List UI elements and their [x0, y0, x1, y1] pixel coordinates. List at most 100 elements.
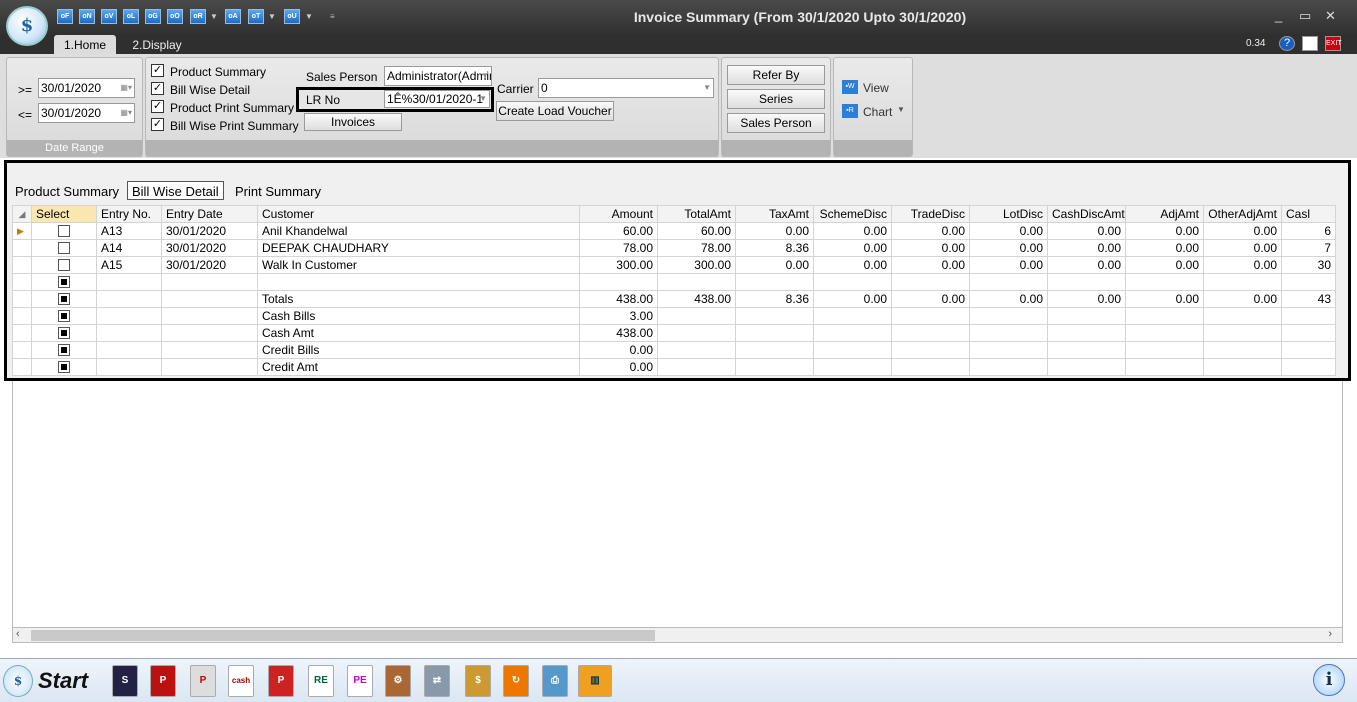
series-button[interactable]: Series — [727, 89, 825, 109]
row-select-checkbox[interactable] — [58, 242, 70, 254]
col-header-otheradjamt[interactable]: OtherAdjAmt — [1203, 205, 1282, 223]
quick-access-button-7[interactable]: oR — [190, 9, 206, 24]
scrollbar-thumb[interactable] — [31, 630, 655, 641]
otheradjamt-cell[interactable]: 0.00 — [1203, 239, 1282, 257]
select-cell[interactable] — [31, 256, 97, 274]
horizontal-scrollbar[interactable]: ‹ › — [12, 627, 1343, 643]
schemedisc-cell[interactable]: 0.00 — [813, 222, 892, 240]
view-icon[interactable]: ▪W — [842, 80, 858, 94]
entry-date-cell[interactable]: 30/01/2020 — [161, 239, 258, 257]
lr-no-dropdown[interactable]: 1Ê%30/01/2020-1 ▼ — [384, 90, 490, 108]
summary-row[interactable]: Cash Bills 3.00 — [12, 307, 1336, 325]
select-cell[interactable] — [31, 324, 97, 342]
customize-toolbar-icon[interactable]: ≡ — [330, 9, 335, 24]
chevron-down-icon[interactable]: ▼ — [210, 9, 218, 24]
quick-access-button-2[interactable]: oN — [79, 9, 95, 24]
select-cell[interactable] — [31, 239, 97, 257]
quick-access-button-3[interactable]: oV — [101, 9, 117, 24]
customer-cell[interactable]: DEEPAK CHAUDHARY — [257, 239, 580, 257]
refresh-icon[interactable]: ↻ — [503, 665, 529, 697]
col-header-amount[interactable]: Amount — [579, 205, 658, 223]
quick-access-button-4[interactable]: oL — [123, 9, 139, 24]
totalamt-cell[interactable]: 60.00 — [657, 222, 736, 240]
table-row[interactable]: A14 30/01/2020 DEEPAK CHAUDHARY 78.00 78… — [12, 239, 1336, 257]
col-header-lotdisc[interactable]: LotDisc — [969, 205, 1048, 223]
maximize-icon[interactable]: ▭ — [1299, 8, 1311, 24]
cash-cell[interactable]: 30 — [1281, 256, 1336, 274]
select-cell[interactable] — [31, 290, 97, 308]
cashdiscamt-cell[interactable]: 0.00 — [1047, 239, 1126, 257]
view-button[interactable]: View — [863, 81, 889, 95]
schemedisc-cell[interactable]: 0.00 — [813, 256, 892, 274]
tab-bill-wise-detail[interactable]: Bill Wise Detail — [127, 181, 224, 200]
invoices-button[interactable]: Invoices — [304, 113, 402, 131]
printer-icon[interactable]: ⎙ — [542, 665, 568, 697]
cash-book-icon[interactable]: cash — [228, 665, 254, 697]
grid-corner[interactable]: ◢ — [12, 205, 32, 223]
otheradjamt-cell[interactable]: 0.00 — [1203, 222, 1282, 240]
minimize-icon[interactable]: _ — [1275, 8, 1282, 23]
amount-cell[interactable]: 78.00 — [579, 239, 658, 257]
sales-book-icon[interactable]: S — [112, 665, 138, 697]
otheradjamt-cell[interactable]: 0.00 — [1203, 256, 1282, 274]
document-icon[interactable] — [1302, 36, 1318, 51]
select-cell[interactable] — [31, 341, 97, 359]
row-select-checkbox[interactable] — [58, 344, 70, 356]
chevron-down-icon[interactable]: ▼ — [479, 91, 487, 107]
entry-no-cell[interactable]: A15 — [96, 256, 162, 274]
tab-home[interactable]: 1.Home — [54, 35, 116, 55]
col-header-cashdiscamt[interactable]: CashDiscAmt — [1047, 205, 1126, 223]
entry-date-cell[interactable]: 30/01/2020 — [161, 222, 258, 240]
create-load-voucher-button[interactable]: Create Load Voucher — [496, 101, 614, 121]
lotdisc-cell[interactable]: 0.00 — [969, 222, 1048, 240]
select-cell[interactable] — [31, 273, 97, 291]
cashdiscamt-cell[interactable]: 0.00 — [1047, 222, 1126, 240]
chevron-down-icon[interactable]: ▼ — [268, 9, 276, 24]
row-select-checkbox[interactable] — [58, 361, 70, 373]
bill-wise-detail-checkbox[interactable]: ✓ — [151, 82, 164, 95]
quick-access-button-9[interactable]: oT — [248, 9, 264, 24]
carrier-dropdown[interactable]: 0 ▼ — [538, 78, 714, 98]
purchase-book-icon[interactable]: P — [150, 665, 176, 697]
col-header-tradedisc[interactable]: TradeDisc — [891, 205, 970, 223]
taxamt-cell[interactable]: 8.36 — [735, 239, 814, 257]
col-header-select[interactable]: Select — [31, 205, 97, 223]
quick-access-button-8[interactable]: oA — [225, 9, 241, 24]
customer-cell[interactable]: Walk In Customer — [257, 256, 580, 274]
chevron-down-icon[interactable]: ▼ — [703, 79, 711, 97]
close-icon[interactable]: ✕ — [1325, 8, 1336, 24]
entry-date-cell[interactable]: 30/01/2020 — [161, 256, 258, 274]
totalamt-cell[interactable]: 78.00 — [657, 239, 736, 257]
row-select-checkbox[interactable] — [58, 293, 70, 305]
sales-person-button[interactable]: Sales Person — [727, 113, 825, 133]
totalamt-cell[interactable]: 300.00 — [657, 256, 736, 274]
scroll-left-icon[interactable]: ‹ — [16, 628, 20, 640]
select-cell[interactable] — [31, 222, 97, 240]
entry-no-cell[interactable]: A14 — [96, 239, 162, 257]
col-header-cash[interactable]: Casl — [1281, 205, 1336, 223]
adjamt-cell[interactable]: 0.00 — [1125, 239, 1204, 257]
to-date-field[interactable]: 30/01/2020 ▦▾ — [38, 103, 135, 123]
col-header-customer[interactable]: Customer — [257, 205, 580, 223]
tab-product-summary[interactable]: Product Summary — [15, 182, 119, 201]
start-button[interactable]: Start — [38, 668, 88, 694]
adjamt-cell[interactable]: 0.00 — [1125, 256, 1204, 274]
adjamt-cell[interactable]: 0.00 — [1125, 222, 1204, 240]
tab-print-summary[interactable]: Print Summary — [235, 182, 321, 201]
summary-row[interactable]: Credit Bills 0.00 — [12, 341, 1336, 359]
lotdisc-cell[interactable]: 0.00 — [969, 239, 1048, 257]
calendar-icon[interactable]: ▦▾ — [120, 104, 132, 122]
from-date-field[interactable]: 30/01/2020 ▦▾ — [38, 78, 135, 98]
taxamt-cell[interactable]: 0.00 — [735, 256, 814, 274]
exit-icon[interactable]: EXIT — [1325, 36, 1342, 51]
payment-entry-icon[interactable]: PE — [347, 665, 373, 697]
calendar-icon[interactable]: ▦▾ — [120, 79, 132, 97]
col-header-entry-no[interactable]: Entry No. — [96, 205, 162, 223]
schemedisc-cell[interactable]: 0.00 — [813, 239, 892, 257]
product-summary-checkbox[interactable]: ✓ — [151, 64, 164, 77]
summary-row[interactable]: Credit Amt 0.00 — [12, 358, 1336, 376]
tradedisc-cell[interactable]: 0.00 — [891, 239, 970, 257]
start-logo-icon[interactable]: $ — [3, 665, 33, 697]
quick-access-button-1[interactable]: oF — [57, 9, 73, 24]
purchase-register-icon[interactable]: P — [190, 665, 216, 697]
